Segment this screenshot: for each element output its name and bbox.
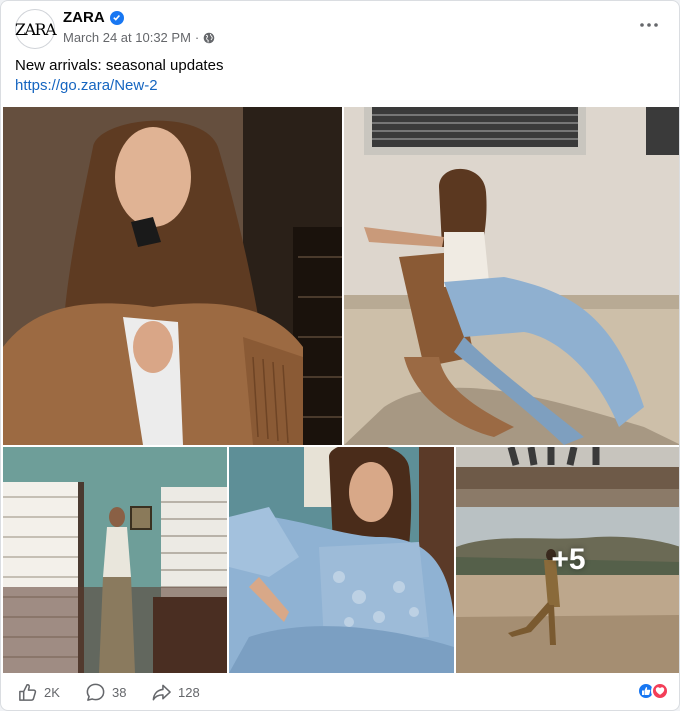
photo-3-image [3,447,227,673]
verified-badge-icon [109,10,124,25]
post-timestamp[interactable]: March 24 at 10:32 PM [63,30,191,45]
name-row: ZARA [63,9,124,26]
caption-text: New arrivals: seasonal updates [15,57,224,74]
meta-separator: · [194,30,200,45]
photo-2-image [344,107,679,445]
globe-icon [203,32,215,43]
comment-bubble-icon [86,683,105,701]
page-name[interactable]: ZARA [63,9,105,26]
post-card: ZARA ZARA March 24 at 10:32 PM · New arr… [0,0,680,711]
photo-3[interactable] [3,447,227,673]
post-footer: 2K 38 128 [1,673,679,710]
comment-count: 38 [112,685,127,700]
share-button[interactable]: 128 [151,682,200,703]
page-avatar[interactable]: ZARA [14,9,57,49]
like-button[interactable]: 2K [17,682,60,703]
reaction-summary[interactable] [637,682,669,700]
share-arrow-icon [152,684,171,701]
photo-1-image [3,107,342,445]
photo-5[interactable]: +5 [456,447,679,673]
post-header: ZARA ZARA March 24 at 10:32 PM · [15,9,665,51]
photo-gallery: +5 [1,107,679,673]
photo-1[interactable] [3,107,342,445]
more-photos-count: +5 [551,543,586,576]
share-count: 128 [178,685,200,700]
caption-link[interactable]: https://go.zara/New-2 [15,76,223,96]
photo-2[interactable] [344,107,679,445]
photo-4-image [229,447,454,673]
more-options-icon[interactable] [635,15,663,35]
love-reaction-icon [651,682,669,700]
photo-4[interactable] [229,447,454,673]
thumbs-up-icon [19,683,37,701]
comment-button[interactable]: 38 [85,682,126,703]
avatar-logo-text: ZARA [14,19,57,39]
post-caption: New arrivals: seasonal updates https://g… [15,56,223,96]
post-meta: March 24 at 10:32 PM · [63,30,215,45]
like-count: 2K [44,685,60,700]
